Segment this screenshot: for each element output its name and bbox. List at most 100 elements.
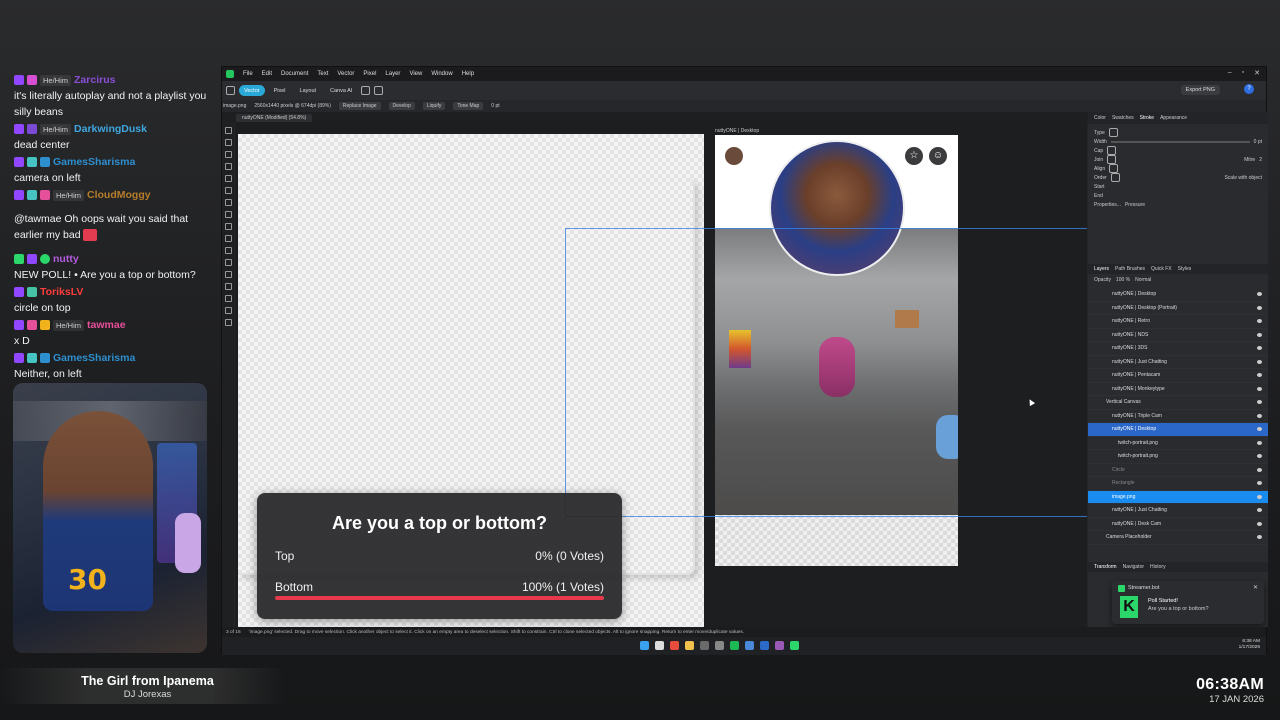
eye-icon[interactable] [1257,521,1262,526]
persona-pixel[interactable]: Pixel [269,85,291,96]
node-tool-icon[interactable] [224,151,232,158]
layer-row[interactable]: nuttyONE | Desk Cam [1088,518,1268,531]
eye-icon[interactable] [1257,332,1262,337]
properties-button[interactable]: Properties... [1094,202,1121,208]
join-icon[interactable] [1107,155,1117,164]
move-tool-icon[interactable] [224,127,232,134]
eye-icon[interactable] [1257,535,1262,539]
menu-document[interactable]: Document [281,71,308,77]
layer-row[interactable]: Camera Placeholder [1088,531,1268,545]
spotify-icon[interactable] [730,641,739,650]
stroke-width-field[interactable]: 0 pt [491,103,499,109]
menu-text[interactable]: Text [317,71,328,77]
layer-row[interactable]: nuttyONE | Just Chatting [1088,356,1268,369]
start-icon[interactable] [640,641,649,650]
search-icon[interactable] [655,641,664,650]
text-tool-icon[interactable] [224,247,232,254]
smiley-icon[interactable]: ☺ [929,147,947,165]
liquify-button[interactable]: Liquify [422,102,446,110]
app-icon[interactable] [775,641,784,650]
github-icon[interactable] [700,641,709,650]
streamerbot-notification[interactable]: Streamer.bot ✕ K Poll Started! Are you a… [1112,581,1264,624]
layer-row[interactable]: nuttyONE | Triple Cam [1088,410,1268,423]
artboard-tool-icon[interactable] [224,139,232,146]
eye-icon[interactable] [1257,413,1262,418]
menu-view[interactable]: View [409,71,422,77]
eyedropper-tool-icon[interactable] [224,295,232,302]
eye-icon[interactable] [1257,346,1262,350]
menu-window[interactable]: Window [431,71,452,77]
layer-row[interactable]: nuttyONE | Desktop [1088,423,1268,437]
tab-swatches[interactable]: Swatches [1112,115,1134,121]
tab-styles[interactable]: Styles [1178,266,1192,272]
artboard-desktop[interactable]: ☆ ☺ [715,135,958,566]
menu-edit[interactable]: Edit [262,71,272,77]
eye-icon[interactable] [1257,508,1262,512]
persona-canva-ai[interactable]: Canva AI [325,85,357,96]
settings-icon[interactable] [715,641,724,650]
transparency-tool-icon[interactable] [224,283,232,290]
scale-with-object-label[interactable]: Scale with object [1224,175,1262,181]
eye-icon[interactable] [1257,494,1262,499]
menu-help[interactable]: Help [462,71,474,77]
menu-layer[interactable]: Layer [385,71,400,77]
crop-tool-icon[interactable] [224,259,232,266]
cap-icon[interactable] [1107,146,1117,155]
layer-row[interactable]: image.png [1088,490,1268,504]
shape-tool-icon[interactable] [224,235,232,242]
help-icon[interactable]: ? [1244,84,1254,94]
eye-icon[interactable] [1257,400,1262,404]
folder-icon[interactable] [685,641,694,650]
persona-layout[interactable]: Layout [295,85,322,96]
hand-tool-icon[interactable] [224,307,232,314]
pen-tool-icon[interactable] [224,175,232,182]
menu-pixel[interactable]: Pixel [363,71,376,77]
fill-tool-icon[interactable] [224,211,232,218]
eye-icon[interactable] [1257,386,1262,391]
develop-button[interactable]: Develop [388,102,415,110]
app-menu-icon[interactable] [226,86,235,95]
opacity-value[interactable]: 100 % [1116,277,1130,283]
eye-icon[interactable] [1257,305,1262,310]
layer-row[interactable]: nuttyONE | Retro [1088,315,1268,329]
align-icon[interactable] [1109,164,1119,173]
order-icon[interactable] [1110,173,1120,182]
tab-path-brushes[interactable]: Path Brushes [1115,266,1145,272]
document-tab[interactable]: nuttyONE (Modified) (54.8%) [236,114,313,122]
page-indicator[interactable]: 3 of 16 [226,630,241,635]
tab-history[interactable]: History [1150,564,1166,570]
layer-row[interactable]: nuttyONE | Desktop [1088,288,1268,302]
eye-icon[interactable] [1257,481,1262,485]
app-icon[interactable] [745,641,754,650]
eye-icon[interactable] [1257,467,1262,472]
eye-icon[interactable] [1257,292,1262,296]
layer-row[interactable]: nuttyONE | Monkeytype [1088,383,1268,396]
layer-row[interactable]: nuttyONE | 3DS [1088,342,1268,356]
chrome-icon[interactable] [670,641,679,650]
tone-map-button[interactable]: Tone Map [453,102,484,110]
eye-icon[interactable] [1257,319,1262,323]
layer-row[interactable]: twitch-portrait.png [1088,437,1268,450]
place-tool-icon[interactable] [224,271,232,278]
layer-row[interactable]: nuttyONE | NDS [1088,329,1268,342]
close-icon[interactable]: ✕ [1253,584,1258,591]
layer-row[interactable]: Circle [1088,464,1268,477]
minimize-icon[interactable]: – [1228,69,1232,77]
tab-transform[interactable]: Transform [1094,564,1117,570]
tab-quick-fx[interactable]: Quick FX [1151,266,1172,272]
app-icon[interactable] [760,641,769,650]
layer-row[interactable]: nuttyONE | Pentacam [1088,369,1268,383]
eye-icon[interactable] [1257,427,1262,431]
menu-file[interactable]: File [243,71,253,77]
gradient-tool-icon[interactable] [224,223,232,230]
menu-vector[interactable]: Vector [337,71,354,77]
tab-layers[interactable]: Layers [1094,266,1109,272]
layer-row[interactable]: Rectangle [1088,477,1268,491]
tab-stroke[interactable]: Stroke [1140,115,1154,121]
tab-navigator[interactable]: Navigator [1123,564,1144,570]
star-icon[interactable]: ☆ [905,147,923,165]
designer-app-icon[interactable] [790,641,799,650]
toggle-icon[interactable] [361,86,371,95]
pencil-tool-icon[interactable] [224,187,232,194]
blend-mode-select[interactable]: Normal [1135,277,1151,283]
